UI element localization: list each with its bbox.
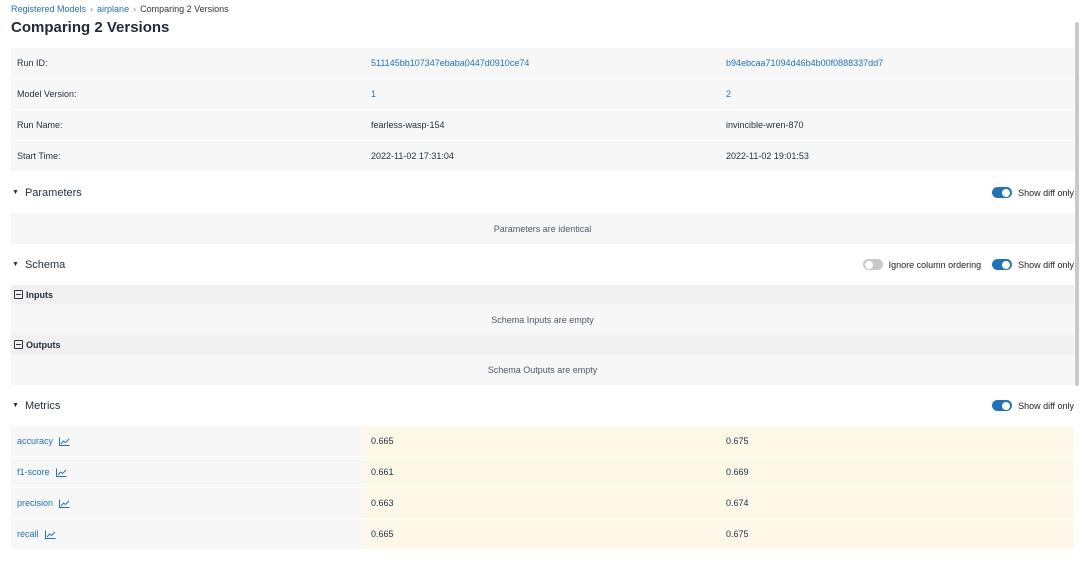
schema-inputs-header[interactable]: Inputs xyxy=(11,285,1074,304)
metrics-show-diff-label: Show diff only xyxy=(1018,400,1074,411)
run-name-label: Run Name: xyxy=(17,120,63,130)
schema-inputs-label: Inputs xyxy=(26,289,53,300)
page-title: Comparing 2 Versions xyxy=(11,19,170,36)
metric-value-v1: 0.665 xyxy=(362,426,717,456)
metric-name-link[interactable]: recall xyxy=(17,529,39,539)
schema-title: Schema xyxy=(24,258,66,271)
metric-name-link[interactable]: accuracy xyxy=(17,436,53,446)
parameters-title: Parameters xyxy=(24,186,82,199)
model-version-row: Model Version: 1 2 xyxy=(11,79,1074,110)
start-time-label: Start Time: xyxy=(17,151,61,161)
start-time-row: Start Time: 2022-11-02 17:31:04 2022-11-… xyxy=(11,141,1074,172)
parameters-show-diff-switch[interactable] xyxy=(992,187,1013,198)
model-version-link-v1[interactable]: 1 xyxy=(371,89,376,99)
metric-row: recall 0.665 0.675 xyxy=(11,519,1074,550)
scrollbar[interactable] xyxy=(1075,22,1079,386)
metric-row: accuracy 0.665 0.675 xyxy=(11,426,1074,457)
start-time-v1: 2022-11-02 17:31:04 xyxy=(371,151,454,161)
metric-value-v2: 0.674 xyxy=(717,488,1074,518)
metrics-section-header: ▼ Metrics Show diff only xyxy=(11,385,1074,426)
metrics-toggle-collapse[interactable]: ▼ Metrics xyxy=(11,400,60,412)
model-version-link-v2[interactable]: 2 xyxy=(726,89,731,99)
ignore-column-ordering-label: Ignore column ordering xyxy=(888,259,982,270)
schema-outputs-empty-message: Schema Outputs are empty xyxy=(11,354,1074,385)
metric-value-v1: 0.661 xyxy=(362,457,717,487)
schema-toggle-collapse[interactable]: ▼ Schema xyxy=(11,259,65,271)
metric-value-v2: 0.669 xyxy=(717,457,1074,487)
metrics-title: Metrics xyxy=(24,399,61,412)
line-chart-icon[interactable] xyxy=(59,437,70,446)
caret-down-icon: ▼ xyxy=(12,261,19,268)
ignore-column-ordering-switch[interactable] xyxy=(862,259,883,270)
collapse-box-icon xyxy=(14,290,23,299)
line-chart-icon[interactable] xyxy=(44,530,56,539)
start-time-v2: 2022-11-02 19:01:53 xyxy=(726,151,809,161)
parameters-show-diff-label: Show diff only xyxy=(1018,187,1074,198)
run-id-row: Run ID: 511145bb107347ebaba0447d0910ce74… xyxy=(11,48,1074,79)
run-id-link-v2[interactable]: b94ebcaa71094d46b4b00f0888337dd7 xyxy=(726,58,883,68)
schema-show-diff-label: Show diff only xyxy=(1018,259,1074,270)
compare-content: Run ID: 511145bb107347ebaba0447d0910ce74… xyxy=(11,48,1074,550)
breadcrumb-separator: › xyxy=(90,4,94,14)
caret-down-icon: ▼ xyxy=(12,189,19,196)
parameters-empty-message: Parameters are identical xyxy=(11,213,1074,244)
metric-row: f1-score 0.661 0.669 xyxy=(11,457,1074,488)
schema-outputs-label: Outputs xyxy=(26,339,61,350)
line-chart-icon[interactable] xyxy=(55,468,67,477)
caret-down-icon: ▼ xyxy=(12,402,19,409)
collapse-box-icon xyxy=(14,340,23,349)
metric-value-v1: 0.665 xyxy=(362,519,717,549)
breadcrumb-separator: › xyxy=(133,4,137,14)
schema-show-diff-switch[interactable] xyxy=(992,259,1013,270)
line-chart-icon[interactable] xyxy=(59,499,70,508)
model-version-label: Model Version: xyxy=(17,89,77,99)
run-name-v1: fearless-wasp-154 xyxy=(371,120,445,130)
metric-name-link[interactable]: f1-score xyxy=(17,467,50,477)
metrics-show-diff-switch[interactable] xyxy=(992,400,1013,411)
run-name-v2: invincible-wren-870 xyxy=(726,120,804,130)
breadcrumb-model-link[interactable]: airplane xyxy=(97,4,129,14)
run-id-link-v1[interactable]: 511145bb107347ebaba0447d0910ce74 xyxy=(371,58,529,68)
metric-value-v2: 0.675 xyxy=(717,426,1074,456)
breadcrumb-current: Comparing 2 Versions xyxy=(140,4,229,14)
parameters-section-header: ▼ Parameters Show diff only xyxy=(11,172,1074,213)
breadcrumb: Registered Models › airplane › Comparing 2 V… xyxy=(11,4,229,14)
run-name-row: Run Name: fearless-wasp-154 invincible-w… xyxy=(11,110,1074,141)
schema-section-header: ▼ Schema Ignore column ordering Show dif… xyxy=(11,244,1074,285)
parameters-toggle-collapse[interactable]: ▼ Parameters xyxy=(11,187,82,199)
metric-name-link[interactable]: precision xyxy=(17,498,53,508)
metric-value-v1: 0.663 xyxy=(362,488,717,518)
run-id-label: Run ID: xyxy=(17,58,48,68)
metric-row: precision 0.663 0.674 xyxy=(11,488,1074,519)
schema-outputs-header[interactable]: Outputs xyxy=(11,335,1074,354)
breadcrumb-registered-models-link[interactable]: Registered Models xyxy=(11,4,86,14)
metric-value-v2: 0.675 xyxy=(717,519,1074,549)
schema-inputs-empty-message: Schema Inputs are empty xyxy=(11,304,1074,335)
